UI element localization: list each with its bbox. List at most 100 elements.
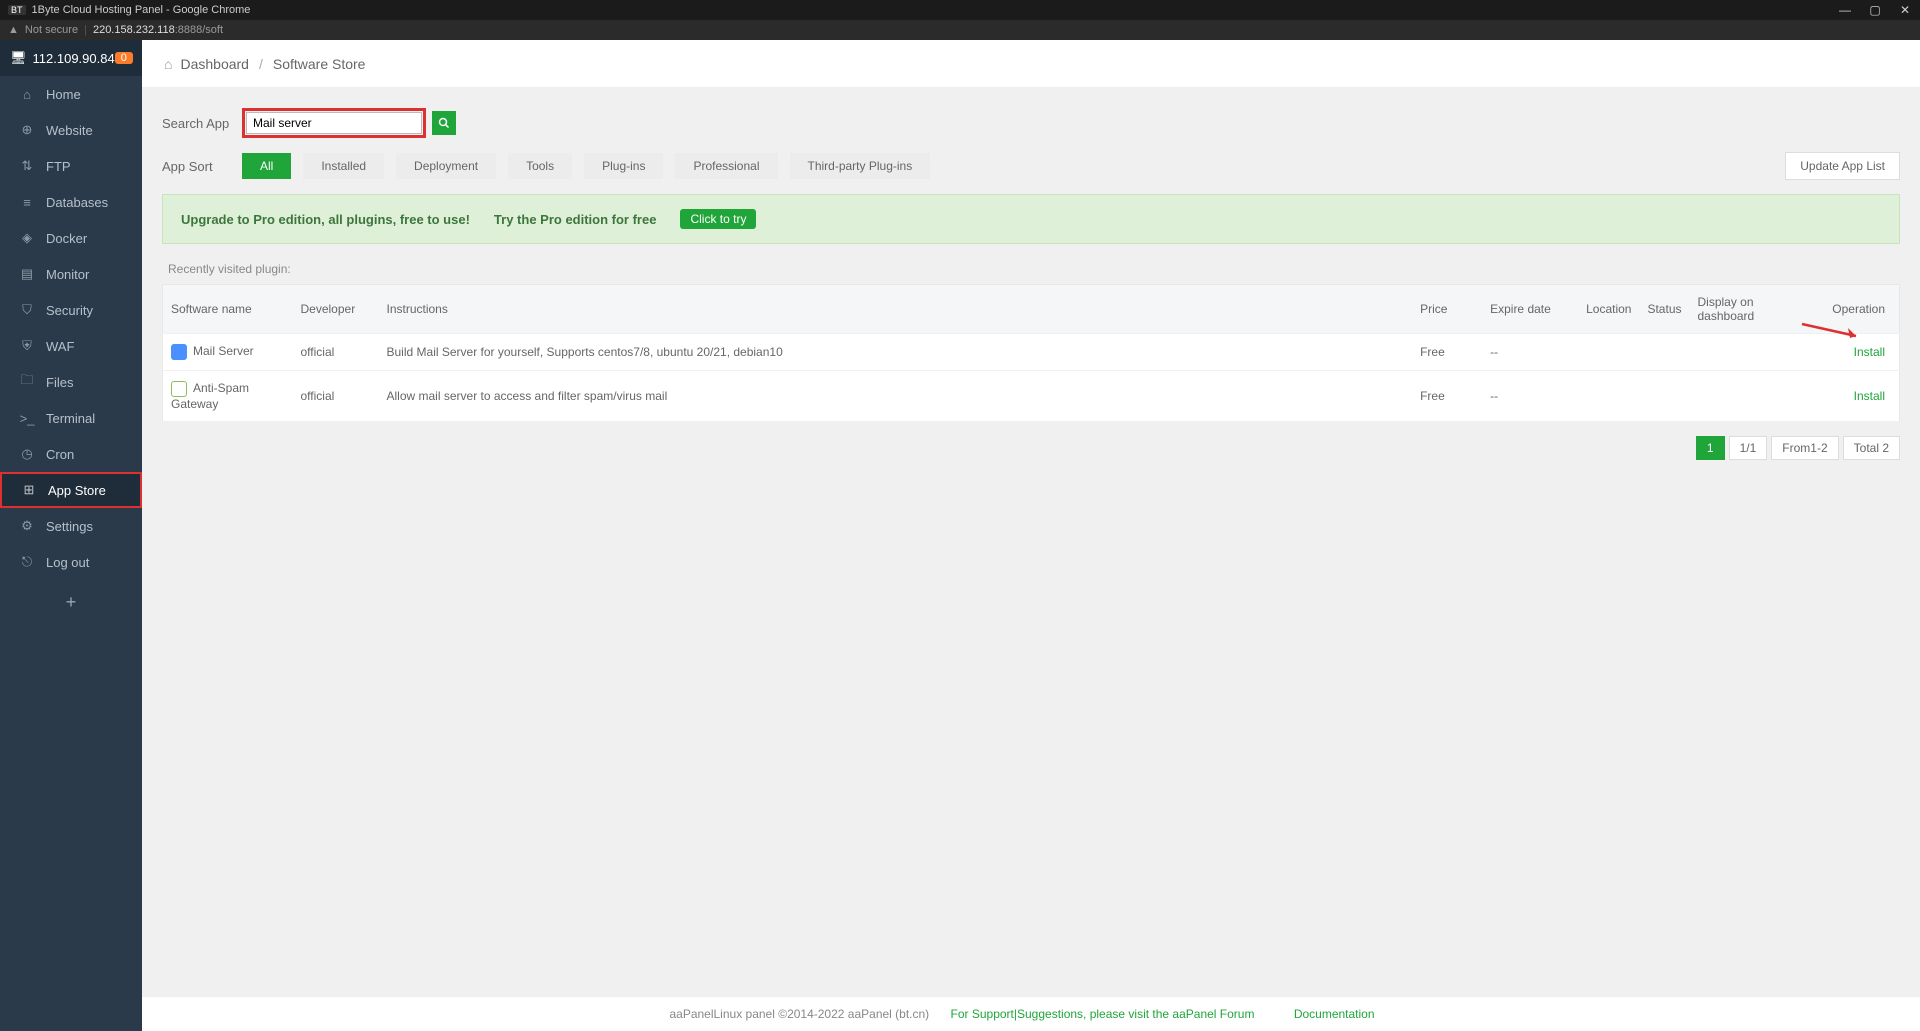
- url-bar: ▲ Not secure | 220.158.232.118:8888/soft: [0, 20, 1920, 40]
- cell-instr: Build Mail Server for yourself, Supports…: [379, 334, 1413, 371]
- install-link[interactable]: Install: [1854, 389, 1885, 403]
- promo-banner: Upgrade to Pro edition, all plugins, fre…: [162, 194, 1900, 244]
- install-link[interactable]: Install: [1854, 345, 1885, 359]
- promo-click-button[interactable]: Click to try: [680, 209, 756, 229]
- cell-expire: --: [1482, 371, 1578, 422]
- cell-name: Mail Server: [163, 334, 293, 371]
- nav-files[interactable]: 🗀Files: [0, 364, 142, 400]
- nav-terminal[interactable]: >_Terminal: [0, 400, 142, 436]
- nav-cron[interactable]: ◷ Cron: [0, 436, 142, 472]
- sort-tabs: All Installed Deployment Tools Plug-ins …: [242, 153, 1785, 179]
- cell-price: Free: [1412, 371, 1482, 422]
- page-range: From1-2: [1771, 436, 1838, 460]
- sidebar-ip-badge: 0: [115, 52, 133, 64]
- footer-support-link[interactable]: For Support|Suggestions, please visit th…: [951, 1007, 1255, 1021]
- nav-security[interactable]: ⛉ Security: [0, 292, 142, 328]
- nav-monitor[interactable]: ▤Monitor: [0, 256, 142, 292]
- search-row: Search App: [162, 108, 1900, 138]
- docker-icon: ◈: [20, 230, 34, 246]
- footer-copyright: aaPanelLinux panel ©2014-2022 aaPanel (b…: [669, 1007, 929, 1021]
- nav-logout[interactable]: ⎋Log out: [0, 544, 142, 580]
- window-titlebar: BT 1Byte Cloud Hosting Panel - Google Ch…: [0, 0, 1920, 20]
- sidebar-nav: ⌂ Home ⊕Website ⇅FTP ≡ Databases ◈ Docker ▤…: [0, 76, 142, 580]
- cell-status: [1639, 371, 1689, 422]
- table-row: Anti-Spam Gateway official Allow mail se…: [163, 371, 1900, 422]
- nav-label: Settings: [46, 519, 93, 534]
- footer-docs-link[interactable]: Documentation: [1294, 1007, 1375, 1021]
- nav-settings[interactable]: ⚙ Settings: [0, 508, 142, 544]
- update-app-list-button[interactable]: Update App List: [1785, 152, 1900, 180]
- th-dev: Developer: [293, 285, 379, 334]
- nav-website[interactable]: ⊕Website: [0, 112, 142, 148]
- sort-row: App Sort All Installed Deployment Tools …: [162, 152, 1900, 180]
- nav-label: Files: [46, 375, 73, 390]
- th-status: Status: [1639, 285, 1689, 334]
- th-instr: Instructions: [379, 285, 1413, 334]
- main: ⌂ Dashboard / Software Store Search App …: [142, 40, 1920, 1031]
- url-host: 220.158.232.118: [93, 24, 175, 36]
- cell-location: [1578, 371, 1639, 422]
- th-name: Software name: [163, 285, 293, 334]
- th-price: Price: [1412, 285, 1482, 334]
- bt-badge: BT: [8, 5, 26, 15]
- recent-label: Recently visited plugin:: [162, 262, 1900, 276]
- database-icon: ≡: [20, 195, 34, 210]
- cell-display: [1690, 334, 1770, 371]
- not-secure-icon: ▲: [8, 24, 19, 36]
- nav-label: WAF: [46, 339, 74, 354]
- server-icon: 🖥: [10, 50, 27, 66]
- grid-icon: ⊞: [22, 482, 36, 498]
- sort-tab-professional[interactable]: Professional: [675, 153, 777, 179]
- th-display: Display on dashboard: [1690, 285, 1770, 334]
- sort-tab-deployment[interactable]: Deployment: [396, 153, 496, 179]
- breadcrumb-dashboard[interactable]: Dashboard: [180, 56, 249, 72]
- sort-tab-all[interactable]: All: [242, 153, 291, 179]
- nav-waf[interactable]: ⛨WAF: [0, 328, 142, 364]
- spam-app-icon: [171, 381, 187, 397]
- window-controls: — ▢ ✕: [1830, 0, 1920, 20]
- sort-tab-tools[interactable]: Tools: [508, 153, 572, 179]
- table-header-row: Software name Developer Instructions Pri…: [163, 285, 1900, 334]
- promo-upgrade: Upgrade to Pro edition, all plugins, fre…: [181, 212, 470, 227]
- sort-tab-installed[interactable]: Installed: [303, 153, 384, 179]
- home-icon: ⌂: [20, 87, 34, 102]
- nav-label: Monitor: [46, 267, 89, 282]
- sort-tab-plugins[interactable]: Plug-ins: [584, 153, 663, 179]
- gear-icon: ⚙: [20, 518, 34, 534]
- globe-icon: ⊕: [20, 122, 34, 138]
- shield-icon: ⛉: [20, 302, 34, 318]
- cell-display: [1690, 371, 1770, 422]
- nav-label: App Store: [48, 483, 106, 498]
- app-name[interactable]: Mail Server: [193, 344, 254, 358]
- cell-name: Anti-Spam Gateway: [163, 371, 293, 422]
- cell-price: Free: [1412, 334, 1482, 371]
- nav-add[interactable]: +: [0, 580, 142, 625]
- page-of: 1/1: [1729, 436, 1768, 460]
- close-button[interactable]: ✕: [1890, 0, 1920, 20]
- search-input[interactable]: [246, 112, 422, 134]
- cell-dev: official: [293, 371, 379, 422]
- nav-label: Cron: [46, 447, 74, 462]
- search-button[interactable]: [432, 111, 456, 135]
- cell-expire: --: [1482, 334, 1578, 371]
- nav-home[interactable]: ⌂ Home: [0, 76, 142, 112]
- sort-tab-thirdparty[interactable]: Third-party Plug-ins: [790, 153, 931, 179]
- app-table: Software name Developer Instructions Pri…: [162, 284, 1900, 422]
- nav-label: Security: [46, 303, 93, 318]
- nav-label: FTP: [46, 159, 71, 174]
- nav-ftp[interactable]: ⇅FTP: [0, 148, 142, 184]
- clock-icon: ◷: [20, 446, 34, 462]
- mail-app-icon: [171, 344, 187, 360]
- maximize-button[interactable]: ▢: [1860, 0, 1890, 20]
- minimize-button[interactable]: —: [1830, 0, 1860, 20]
- nav-label: Home: [46, 87, 81, 102]
- promo-try: Try the Pro edition for free: [494, 212, 657, 227]
- nav-app-store[interactable]: ⊞ App Store: [0, 472, 142, 508]
- nav-databases[interactable]: ≡ Databases: [0, 184, 142, 220]
- breadcrumb-sep: /: [259, 56, 263, 72]
- nav-label: Databases: [46, 195, 108, 210]
- nav-label: Docker: [46, 231, 87, 246]
- page-current[interactable]: 1: [1696, 436, 1725, 460]
- search-label: Search App: [162, 116, 242, 131]
- nav-docker[interactable]: ◈ Docker: [0, 220, 142, 256]
